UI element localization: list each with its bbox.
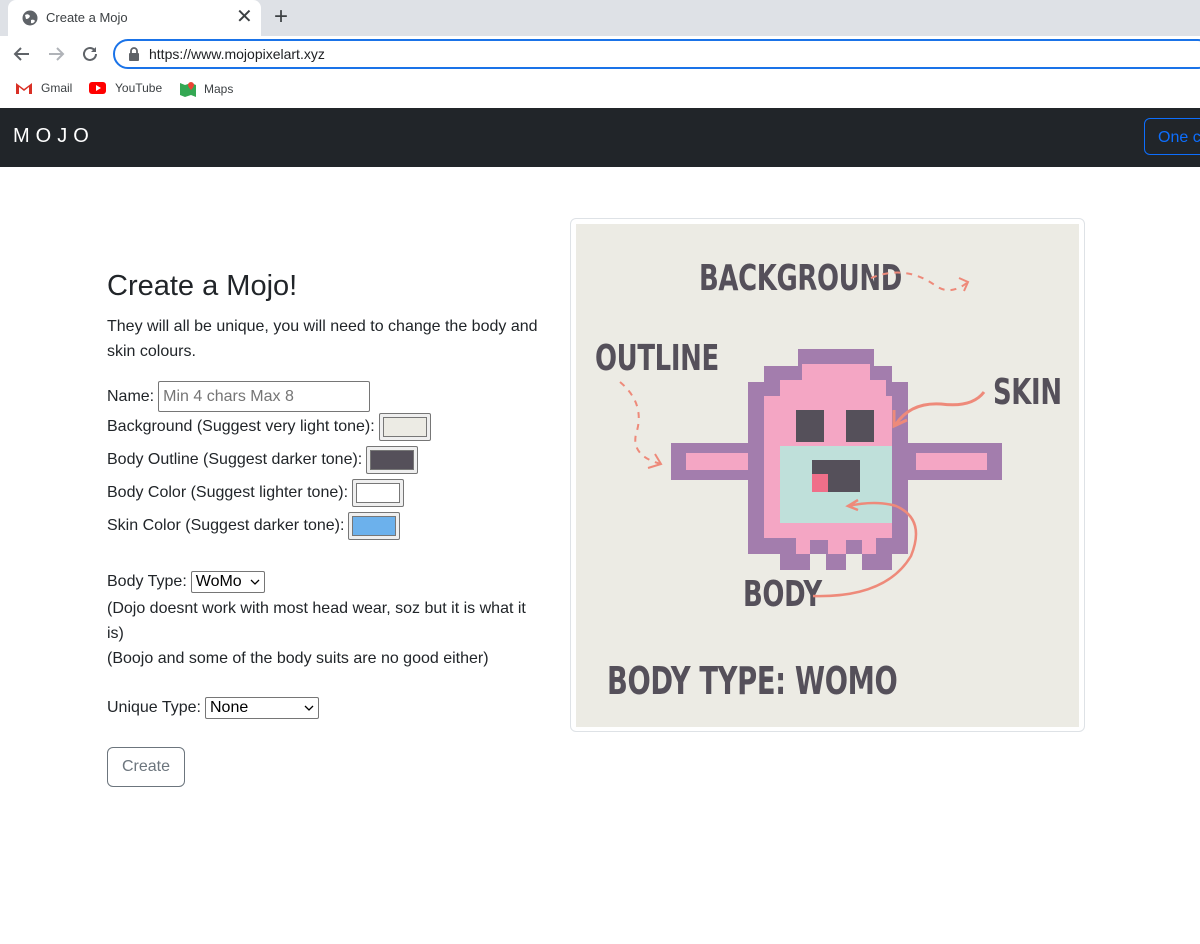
preview-card: BACKGROUND OUTLINE SKIN BODY BODY TYPE: … <box>570 218 1085 732</box>
unique-type-row: Unique Type: None <box>107 697 319 719</box>
new-tab-icon[interactable]: + <box>274 4 288 30</box>
back-arrow-icon[interactable] <box>10 42 34 66</box>
unique-type-select[interactable]: None <box>205 697 319 719</box>
browser-toolbar: https://www.mojopixelart.xyz <box>0 36 1200 74</box>
site-navbar: MOJO One c <box>0 108 1200 167</box>
body-type-row: Body Type: WoMo <box>107 571 265 593</box>
body-type-label: Body Type: <box>107 573 187 590</box>
gmail-icon <box>16 83 32 94</box>
outline-row: Body Outline (Suggest darker tone): <box>107 446 419 474</box>
bookmark-maps[interactable]: Maps <box>180 81 233 97</box>
chevron-down-icon <box>304 705 314 711</box>
bookmark-label: Maps <box>204 82 234 96</box>
address-bar[interactable]: https://www.mojopixelart.xyz <box>113 39 1200 69</box>
bookmark-gmail[interactable]: Gmail <box>15 81 72 95</box>
page-title: Create a Mojo! <box>107 270 298 302</box>
bookmarks-bar: Gmail YouTube Maps <box>0 74 1200 108</box>
tab-title: Create a Mojo <box>46 10 128 25</box>
background-row: Background (Suggest very light tone): <box>107 413 431 441</box>
name-row: Name: <box>107 381 371 412</box>
url-text: https://www.mojopixelart.xyz <box>149 46 325 62</box>
unique-type-value: None <box>210 699 249 716</box>
intro-text: They will all be unique, you will need t… <box>107 318 538 360</box>
outline-label: Body Outline (Suggest darker tone): <box>107 451 363 468</box>
name-input[interactable] <box>158 381 371 412</box>
tab-strip: Create a Mojo ✕ + <box>0 0 1200 36</box>
browser-tab[interactable]: Create a Mojo ✕ <box>8 0 261 36</box>
body-color-row: Body Color (Suggest lighter tone): <box>107 479 405 507</box>
body-color-picker[interactable] <box>352 479 405 507</box>
brand-logo[interactable]: MOJO <box>13 125 95 148</box>
skin-color-row: Skin Color (Suggest darker tone): <box>107 512 401 540</box>
bookmark-label: YouTube <box>115 81 163 95</box>
background-label: Background (Suggest very light tone): <box>107 418 375 435</box>
body-type-note-2: (Boojo and some of the body suits are no… <box>107 650 489 667</box>
skin-color-picker[interactable] <box>348 512 401 540</box>
bookmark-label: Gmail <box>41 81 73 95</box>
background-color-picker[interactable] <box>378 413 431 441</box>
body-type-note-1: (Dojo doesnt work with most head wear, s… <box>107 600 526 642</box>
globe-icon <box>22 10 38 26</box>
navbar-button[interactable]: One c <box>1144 118 1200 155</box>
youtube-icon <box>89 82 106 94</box>
chevron-down-icon <box>250 579 260 585</box>
forward-arrow-icon[interactable] <box>44 42 68 66</box>
reload-icon[interactable] <box>78 42 102 66</box>
lock-icon <box>129 47 139 61</box>
bookmark-youtube[interactable]: YouTube <box>89 81 162 95</box>
name-label: Name: <box>107 387 155 405</box>
create-button[interactable]: Create <box>107 747 185 787</box>
close-tab-icon[interactable]: ✕ <box>236 6 253 28</box>
skin-color-label: Skin Color (Suggest darker tone): <box>107 517 345 534</box>
body-type-value: WoMo <box>195 573 242 590</box>
outline-color-picker[interactable] <box>366 446 419 474</box>
maps-icon <box>180 82 196 97</box>
mojo-preview-image: BACKGROUND OUTLINE SKIN BODY BODY TYPE: … <box>576 224 1079 727</box>
mojo-sprite <box>619 271 1002 598</box>
body-color-label: Body Color (Suggest lighter tone): <box>107 484 349 501</box>
unique-type-label: Unique Type: <box>107 699 201 716</box>
body-type-select[interactable]: WoMo <box>190 571 265 593</box>
